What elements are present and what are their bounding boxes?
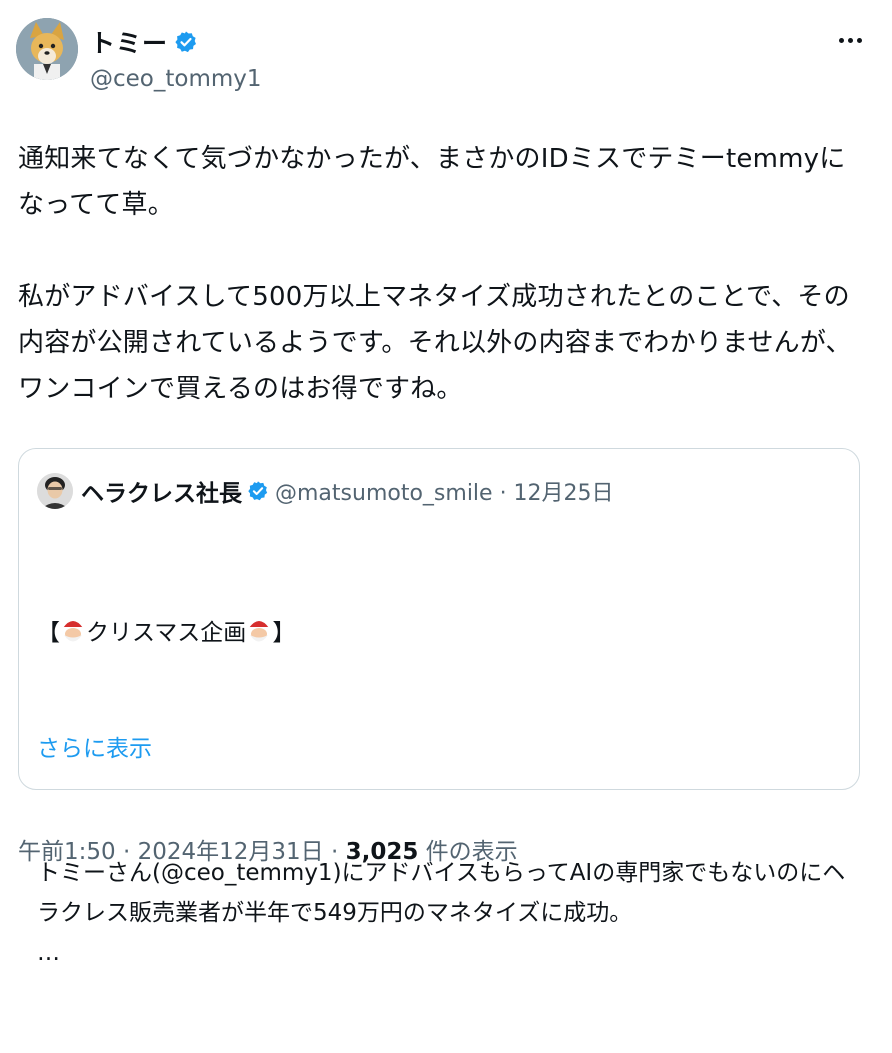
quoted-tweet-header: ヘラクレス社長 @matsumoto_smile · 12月25日	[37, 473, 614, 509]
author-display-name[interactable]: トミー	[90, 24, 168, 60]
quoted-tweet-title: 【 クリスマス企画 】	[37, 613, 847, 653]
quoted-tweet[interactable]: ヘラクレス社長 @matsumoto_smile · 12月25日 【 クリスマ…	[18, 448, 860, 966]
santa-emoji-icon	[62, 617, 86, 642]
more-options-icon[interactable]	[832, 22, 868, 58]
quoted-author-display-name[interactable]: ヘラクレス社長	[81, 474, 242, 508]
quoted-tweet-text: トミーさん(@ceo_temmy1)にアドバイスもらってAIの専門家でもないのに…	[37, 860, 846, 966]
author-avatar[interactable]	[16, 18, 78, 80]
person-avatar-icon	[37, 473, 73, 509]
show-more-link[interactable]: さらに表示	[37, 729, 152, 763]
view-count[interactable]: 3,025	[346, 839, 419, 865]
tweet-text: 通知来てなくて気づかなかったが、まさかのIDミスでテミーtemmyになってて草。…	[18, 144, 852, 404]
author-handle[interactable]: @ceo_tommy1	[90, 66, 262, 92]
quoted-author-avatar[interactable]	[37, 473, 73, 509]
verified-badge-icon	[175, 31, 197, 53]
title-bracket-close: 】	[272, 620, 296, 646]
tweet-header: トミー @ceo_tommy1	[0, 0, 892, 112]
title-bracket-open: 【	[37, 620, 60, 646]
author-name-row: トミー	[90, 24, 198, 60]
quoted-tweet-meta[interactable]: @matsumoto_smile · 12月25日	[275, 475, 614, 507]
view-count-label: 件の表示	[418, 839, 518, 865]
quoted-tweet-body: 【 クリスマス企画 】 トミーさん(@ceo_temmy1)にアドバイスもらって…	[37, 533, 847, 1053]
tweet-footer: 午前1:50 · 2024年12月31日 · 3,025 件の表示	[18, 832, 518, 866]
santa-emoji-icon	[248, 617, 272, 642]
tweet-timestamp[interactable]: 午前1:50 · 2024年12月31日 ·	[18, 839, 346, 865]
title-text: クリスマス企画	[86, 620, 247, 646]
verified-badge-icon	[248, 481, 268, 501]
dog-avatar-icon	[16, 18, 78, 80]
